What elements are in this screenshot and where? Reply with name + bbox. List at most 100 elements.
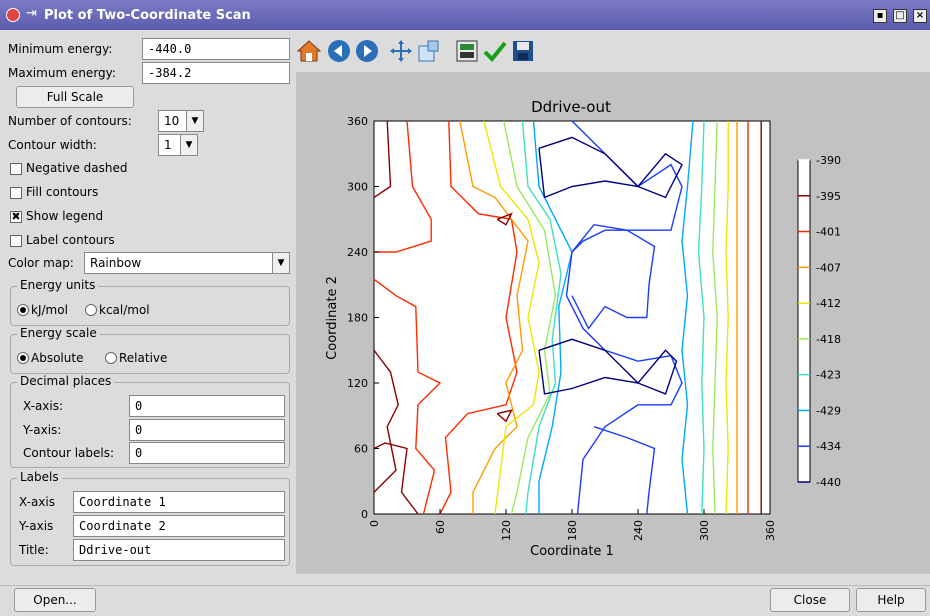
decimal-x-field[interactable]: 0 (129, 395, 285, 417)
decimal-contour-label: Contour labels: (23, 446, 115, 460)
decimal-contour-field[interactable]: 0 (129, 442, 285, 464)
colorbar: -390 -395 -401 -407 -412 -418 -423 -429 -434 -440 (797, 154, 841, 489)
x-tick-label: 60 (434, 520, 447, 534)
max-energy-field[interactable]: -384.2 (142, 62, 290, 84)
relative-radio[interactable] (105, 352, 117, 364)
y-axis-label: Coordinate 2 (325, 276, 340, 360)
chevron-down-icon: ▼ (186, 111, 203, 131)
labels-group: Labels X-axis Coordinate 1 Y-axis Coordi… (10, 470, 290, 566)
x-tick-label: 0 (368, 520, 381, 527)
save-icon[interactable] (510, 38, 536, 64)
bottom-divider (0, 585, 930, 586)
label-x-field[interactable]: Coordinate 1 (73, 491, 285, 513)
plot-frame (373, 120, 771, 515)
app-icon (6, 8, 20, 22)
accept-icon[interactable] (482, 38, 508, 64)
label-contours-label: Label contours (26, 233, 115, 247)
back-icon[interactable] (326, 38, 352, 64)
relative-label: Relative (119, 351, 168, 365)
negative-dashed-checkbox[interactable] (10, 163, 22, 175)
fill-contours-label: Fill contours (26, 185, 99, 199)
decimal-y-field[interactable]: 0 (129, 419, 285, 441)
plot-canvas: Ddrive-out 0 60 120 180 240 300 360 0 60 120 180 24… (296, 72, 930, 574)
plot-toolbar (296, 36, 930, 70)
colorbar-tick-label: -412 (816, 297, 841, 310)
home-icon[interactable] (296, 38, 322, 64)
colorbar-tick-label: -390 (816, 154, 841, 167)
label-y-label: Y-axis (19, 519, 54, 533)
max-energy-label: Maximum energy: (8, 66, 116, 80)
help-button[interactable]: Help (856, 588, 926, 612)
min-energy-field[interactable]: -440.0 (142, 38, 290, 60)
kcalmol-label: kcal/mol (99, 303, 150, 317)
chart-title: Ddrive-out (531, 98, 611, 116)
contour-width-label: Contour width: (8, 138, 97, 152)
minimize-button[interactable]: ▪ (873, 9, 887, 23)
color-map-label: Color map: (8, 256, 74, 270)
num-contours-value: 10 (164, 114, 180, 128)
y-tick-label: 0 (361, 508, 368, 521)
title-bar: ⇥ Plot of Two-Coordinate Scan ▪ □ × (0, 0, 930, 30)
colorbar-tick-label: -429 (816, 404, 841, 417)
decimal-x-label: X-axis: (23, 399, 64, 413)
colorbar-tick-label: -418 (816, 333, 841, 346)
negative-dashed-label: Negative dashed (26, 161, 128, 175)
absolute-radio[interactable] (17, 352, 29, 364)
energy-scale-title: Energy scale (17, 326, 100, 340)
chevron-down-icon: ▼ (272, 253, 289, 273)
min-energy-label: Minimum energy: (8, 42, 113, 56)
close-window-button[interactable]: × (913, 9, 927, 23)
x-tick-label: 360 (764, 520, 777, 541)
colorbar-tick-label: -401 (816, 226, 841, 239)
label-title-field[interactable]: Ddrive-out (73, 539, 285, 561)
kcalmol-radio[interactable] (85, 304, 97, 316)
color-map-select[interactable]: Rainbow ▼ (84, 252, 290, 274)
y-tick-label: 240 (347, 246, 368, 259)
show-legend-label: Show legend (26, 209, 104, 223)
decimal-places-title: Decimal places (17, 374, 115, 388)
maximize-button[interactable]: □ (893, 9, 907, 23)
pin-icon[interactable]: ⇥ (26, 6, 37, 21)
chevron-down-icon: ▼ (180, 135, 197, 155)
open-button[interactable]: Open... (14, 588, 96, 612)
contour-width-select[interactable]: 1 ▼ (158, 134, 198, 156)
label-title-label: Title: (19, 543, 49, 557)
kjmol-radio[interactable] (17, 304, 29, 316)
num-contours-select[interactable]: 10 ▼ (158, 110, 204, 132)
colorbar-frame (797, 159, 811, 483)
num-contours-label: Number of contours: (8, 114, 132, 128)
forward-icon[interactable] (354, 38, 380, 64)
colorbar-tick-label: -434 (816, 440, 841, 453)
colorbar-tick-label: -395 (816, 190, 841, 203)
energy-scale-group: Energy scale Absolute Relative (10, 326, 290, 374)
labels-title: Labels (17, 470, 62, 484)
window-title: Plot of Two-Coordinate Scan (44, 8, 251, 23)
y-tick-label: 120 (347, 377, 368, 390)
x-tick-label: 240 (632, 520, 645, 541)
absolute-label: Absolute (31, 351, 84, 365)
x-tick-label: 300 (698, 520, 711, 541)
configure-subplots-icon[interactable] (454, 38, 480, 64)
show-legend-checkbox[interactable]: ✖ (10, 211, 22, 223)
pan-icon[interactable] (388, 38, 414, 64)
close-button[interactable]: Close (770, 588, 850, 612)
colorbar-tick-label: -423 (816, 369, 841, 382)
application-window: ⇥ Plot of Two-Coordinate Scan ▪ □ × Mini… (0, 0, 930, 616)
fill-contours-checkbox[interactable] (10, 187, 22, 199)
colorbar-tick-label: -407 (816, 261, 841, 274)
decimal-y-label: Y-axis: (23, 423, 62, 437)
label-x-label: X-axis (19, 495, 55, 509)
y-tick-label: 60 (354, 443, 368, 456)
settings-panel: Minimum energy: -440.0 Maximum energy: -… (8, 36, 292, 572)
zoom-icon[interactable] (416, 38, 442, 64)
kjmol-label: kJ/mol (31, 303, 68, 317)
full-scale-button[interactable]: Full Scale (16, 86, 134, 108)
contour-chart: Ddrive-out 0 60 120 180 240 300 360 0 60 120 180 24… (325, 98, 841, 559)
y-tick-label: 360 (347, 115, 368, 128)
x-tick-label: 120 (500, 520, 513, 541)
label-y-field[interactable]: Coordinate 2 (73, 515, 285, 537)
label-contours-checkbox[interactable] (10, 235, 22, 247)
energy-units-group: Energy units kJ/mol kcal/mol (10, 278, 290, 326)
color-map-value: Rainbow (90, 256, 142, 270)
y-tick-label: 180 (347, 312, 368, 325)
